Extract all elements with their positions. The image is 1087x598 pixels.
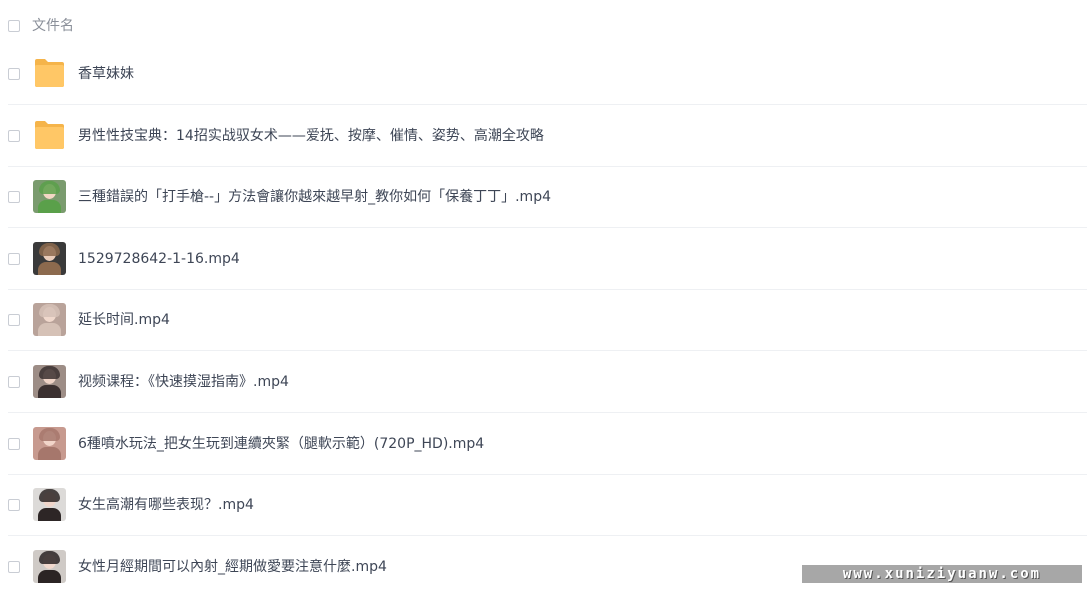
video-thumbnail [33, 303, 66, 337]
select-all-checkbox[interactable] [8, 20, 20, 32]
watermark: www.xuniziyuanw.com [802, 565, 1082, 583]
file-name[interactable]: 1529728642-1-16.mp4 [78, 250, 240, 268]
video-thumbnail [33, 180, 66, 214]
file-name[interactable]: 6種噴水玩法_把女生玩到連續夾緊（腿軟示範）(720P_HD).mp4 [78, 435, 484, 453]
row-checkbox[interactable] [8, 129, 20, 142]
file-name[interactable]: 男性性技宝典：14招实战驭女术——爱抚、按摩、催情、姿势、高潮全攻略 [78, 127, 544, 145]
folder-icon [35, 120, 64, 149]
file-row[interactable]: 三種錯誤的「打手槍--」方法會讓你越來越早射_教你如何「保養丁丁」.mp4 [0, 167, 1087, 229]
row-checkbox[interactable] [8, 376, 20, 388]
file-name[interactable]: 延长时间.mp4 [78, 311, 170, 329]
row-checkbox[interactable] [8, 314, 20, 327]
file-name[interactable]: 女性月經期間可以內射_經期做愛要注意什麼.mp4 [78, 558, 387, 576]
video-thumbnail [33, 426, 66, 460]
file-name[interactable]: 视频课程：《快速摸湿指南》.mp4 [78, 373, 289, 391]
file-row[interactable]: 6種噴水玩法_把女生玩到連續夾緊（腿軟示範）(720P_HD).mp4 [0, 414, 1087, 475]
row-checkbox[interactable] [8, 68, 20, 80]
filename-column-header: 文件名 [32, 18, 74, 34]
video-thumbnail [33, 365, 66, 398]
video-thumbnail [33, 488, 66, 522]
row-checkbox[interactable] [8, 499, 20, 512]
row-checkbox[interactable] [8, 560, 20, 573]
row-checkbox[interactable] [8, 437, 20, 450]
file-name[interactable]: 女生高潮有哪些表现？.mp4 [78, 496, 254, 514]
file-row[interactable]: 1529728642-1-16.mp4 [0, 229, 1087, 290]
file-row[interactable]: 延长时间.mp4 [0, 290, 1087, 352]
file-row[interactable]: 香草妹妹 [0, 44, 1087, 105]
file-row[interactable]: 女生高潮有哪些表现？.mp4 [0, 475, 1087, 537]
video-thumbnail [33, 549, 66, 583]
file-name[interactable]: 三種錯誤的「打手槍--」方法會讓你越來越早射_教你如何「保養丁丁」.mp4 [78, 188, 551, 206]
file-name[interactable]: 香草妹妹 [78, 65, 134, 83]
file-row[interactable]: 视频课程：《快速摸湿指南》.mp4 [0, 352, 1087, 413]
file-row[interactable]: 男性性技宝典：14招实战驭女术——爱抚、按摩、催情、姿势、高潮全攻略 [0, 106, 1087, 167]
row-checkbox[interactable] [8, 191, 20, 204]
row-checkbox[interactable] [8, 252, 20, 265]
video-thumbnail [33, 241, 66, 275]
folder-icon [35, 59, 64, 87]
